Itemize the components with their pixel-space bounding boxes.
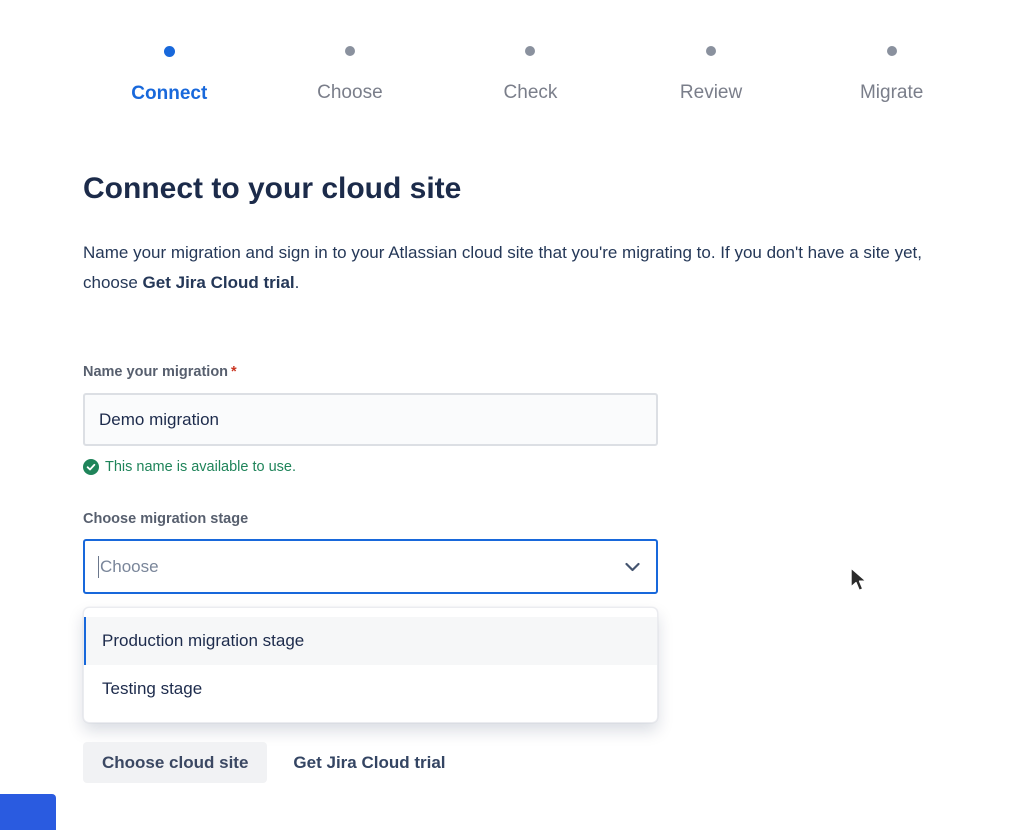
- stage-option-testing[interactable]: Testing stage: [84, 665, 657, 713]
- mouse-cursor-icon: [848, 566, 870, 594]
- wizard-stepper: Connect Choose Check Review Migrate: [79, 46, 982, 105]
- required-asterisk: *: [231, 364, 237, 380]
- migration-wizard-page: Connect Choose Check Review Migrate Conn…: [0, 0, 1026, 830]
- migration-name-input[interactable]: [83, 393, 658, 446]
- step-connect[interactable]: Connect: [79, 46, 260, 105]
- stage-dropdown-menu: Production migration stage Testing stage: [83, 607, 658, 723]
- name-availability-message: This name is available to use.: [83, 459, 296, 475]
- step-choose-dot-icon: [345, 46, 355, 56]
- description-bold-text: Get Jira Cloud trial: [143, 273, 295, 292]
- description-text-2: .: [295, 273, 300, 292]
- page-description: Name your migration and sign in to your …: [83, 238, 963, 298]
- step-review[interactable]: Review: [621, 46, 802, 105]
- stage-option-production[interactable]: Production migration stage: [84, 617, 657, 665]
- get-jira-cloud-trial-button[interactable]: Get Jira Cloud trial: [293, 753, 445, 773]
- step-choose-label: Choose: [317, 82, 383, 104]
- chevron-down-icon: [625, 562, 640, 572]
- name-field-label: Name your migration*: [83, 364, 237, 380]
- stage-field-label: Choose migration stage: [83, 511, 248, 527]
- step-connect-dot-icon: [164, 46, 175, 57]
- text-caret: [98, 556, 99, 578]
- partial-primary-button[interactable]: [0, 794, 56, 830]
- step-connect-label: Connect: [131, 83, 207, 105]
- page-title: Connect to your cloud site: [83, 172, 461, 206]
- step-check[interactable]: Check: [440, 46, 621, 105]
- step-check-label: Check: [504, 82, 558, 104]
- stage-select-placeholder: Choose: [100, 557, 625, 577]
- step-check-dot-icon: [525, 46, 535, 56]
- choose-cloud-site-button[interactable]: Choose cloud site: [83, 742, 267, 783]
- step-migrate-label: Migrate: [860, 82, 923, 104]
- step-migrate[interactable]: Migrate: [801, 46, 982, 105]
- check-circle-icon: [83, 459, 99, 475]
- stage-select[interactable]: Choose: [83, 539, 658, 594]
- step-migrate-dot-icon: [887, 46, 897, 56]
- cloud-site-actions: Choose cloud site Get Jira Cloud trial: [83, 742, 446, 783]
- name-field-label-text: Name your migration: [83, 364, 228, 380]
- step-review-dot-icon: [706, 46, 716, 56]
- name-availability-text: This name is available to use.: [105, 459, 296, 475]
- step-choose[interactable]: Choose: [260, 46, 441, 105]
- step-review-label: Review: [680, 82, 742, 104]
